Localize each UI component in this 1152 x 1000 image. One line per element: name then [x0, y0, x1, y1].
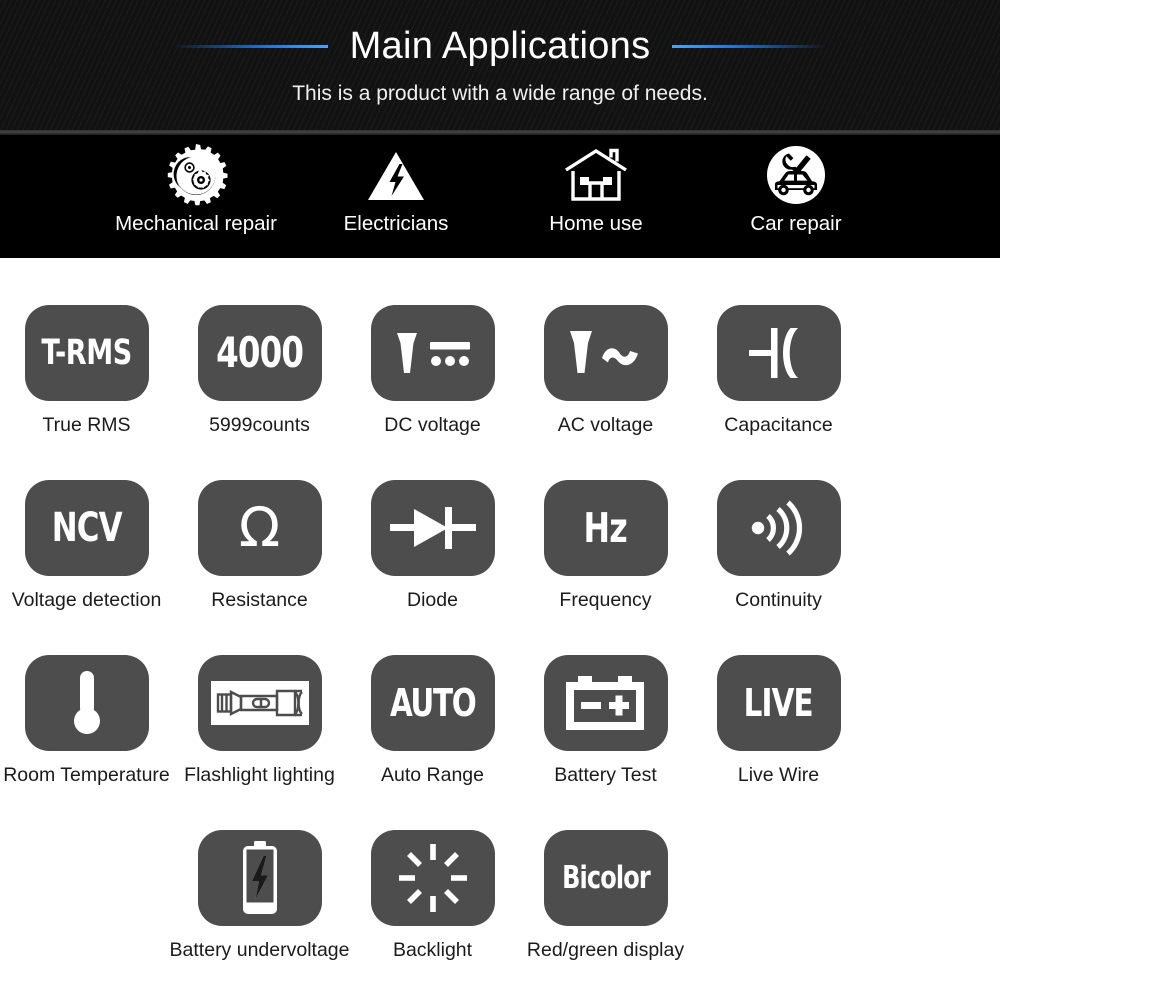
feature-label: DC voltage: [384, 414, 481, 436]
header-banner: Main Applications This is a product with…: [0, 0, 1000, 258]
feature-label: Capacitance: [724, 414, 833, 436]
ncv-text-icon: NCV: [24, 480, 149, 576]
flashlight-icon: [197, 655, 322, 751]
dc-voltage-icon: [370, 305, 495, 401]
application-label: Home use: [549, 212, 643, 235]
feature-item-dc-voltage[interactable]: DC voltage: [346, 262, 519, 437]
feature-label: Voltage detection: [11, 589, 162, 611]
feature-item-resistance[interactable]: Ω Resistance: [173, 437, 346, 612]
tile-glyph: Ω: [238, 496, 281, 559]
feature-item-backlight[interactable]: Backlight: [346, 787, 519, 962]
feature-item-diode[interactable]: Diode: [346, 437, 519, 612]
tile-glyph: 4000: [215, 328, 304, 377]
feature-label: AC voltage: [557, 414, 654, 436]
lightning-triangle-icon: [361, 140, 431, 210]
ohm-icon: Ω: [197, 480, 322, 576]
application-label: Car repair: [750, 212, 842, 235]
thermometer-icon: [24, 655, 149, 751]
feature-item-counts[interactable]: 4000 5999counts: [173, 262, 346, 437]
tile-glyph: NCV: [51, 505, 123, 551]
feature-label: Flashlight lighting: [184, 764, 335, 786]
feature-item-frequency[interactable]: Hz Frequency: [519, 437, 692, 612]
title-row: Main Applications: [0, 20, 1000, 72]
title-rule-right-icon: [672, 44, 828, 48]
tile-glyph: Hz: [583, 503, 628, 552]
feature-item-live-wire[interactable]: LIVE Live Wire: [692, 612, 865, 787]
application-item-electricians[interactable]: Electricians: [296, 140, 496, 236]
feature-item-battery-test[interactable]: Battery Test: [519, 612, 692, 787]
page-title: Main Applications: [349, 25, 651, 67]
feature-label: Battery undervoltage: [169, 939, 350, 961]
tile-glyph: AUTO: [389, 681, 477, 725]
feature-label: True RMS: [42, 414, 131, 436]
application-label: Mechanical repair: [115, 212, 277, 235]
feature-row: Room Temperature Flashlight lighting AUT…: [0, 612, 1000, 787]
application-label: Electricians: [343, 212, 449, 235]
tile-glyph: T-RMS: [41, 332, 132, 373]
feature-grid: T-RMS True RMS 4000 5999counts DC voltag…: [0, 262, 1000, 962]
title-rule-left-icon: [172, 44, 328, 48]
feature-item-ac-voltage[interactable]: AC voltage: [519, 262, 692, 437]
auto-text-icon: AUTO: [370, 655, 495, 751]
feature-row: NCV Voltage detection Ω Resistance Diode: [0, 437, 1000, 612]
tile-glyph: LIVE: [743, 681, 814, 725]
car-battery-icon: [543, 655, 668, 751]
feature-label: Frequency: [559, 589, 652, 611]
counts-text-icon: 4000: [197, 305, 322, 401]
gears-icon: [161, 140, 231, 210]
feature-label: 5999counts: [209, 414, 310, 436]
feature-item-room-temperature[interactable]: Room Temperature: [0, 612, 173, 787]
feature-item-voltage-detection[interactable]: NCV Voltage detection: [0, 437, 173, 612]
diode-icon: [370, 480, 495, 576]
feature-item-red-green-display[interactable]: Bicolor Red/green display: [519, 787, 692, 962]
application-item-home-use[interactable]: Home use: [496, 140, 696, 236]
feature-item-capacitance[interactable]: Capacitance: [692, 262, 865, 437]
live-text-icon: LIVE: [716, 655, 841, 751]
continuity-wave-icon: [716, 480, 841, 576]
applications-strip: Mechanical repair Electricians Home use …: [0, 140, 1000, 258]
feature-item-true-rms[interactable]: T-RMS True RMS: [0, 262, 173, 437]
feature-item-auto-range[interactable]: AUTO Auto Range: [346, 612, 519, 787]
feature-label: Diode: [407, 589, 458, 611]
feature-item-battery-undervoltage[interactable]: Battery undervoltage: [170, 787, 349, 962]
tile-glyph: Bicolor: [561, 859, 651, 896]
t-rms-text-icon: T-RMS: [24, 305, 149, 401]
feature-label: Battery Test: [554, 764, 657, 786]
feature-label: Continuity: [735, 589, 822, 611]
feature-item-continuity[interactable]: Continuity: [692, 437, 865, 612]
feature-label: Resistance: [211, 589, 308, 611]
backlight-rays-icon: [370, 830, 495, 926]
application-item-mechanical-repair[interactable]: Mechanical repair: [96, 140, 296, 236]
feature-label: Room Temperature: [3, 764, 170, 786]
ac-voltage-icon: [543, 305, 668, 401]
feature-label: Red/green display: [526, 939, 685, 961]
header-divider: [0, 130, 1000, 135]
feature-row: Battery undervoltage Backlight Bicolor R…: [170, 787, 1000, 962]
feature-label: Live Wire: [737, 764, 820, 786]
page-subtitle: This is a product with a wide range of n…: [292, 82, 708, 105]
application-item-car-repair[interactable]: Car repair: [696, 140, 896, 236]
capacitor-icon: [716, 305, 841, 401]
bicolor-text-icon: Bicolor: [543, 830, 668, 926]
feature-label: Auto Range: [381, 764, 484, 786]
car-repair-icon: [761, 140, 831, 210]
house-icon: [561, 140, 631, 210]
battery-bolt-icon: [197, 830, 322, 926]
feature-label: Backlight: [392, 939, 473, 961]
feature-row: T-RMS True RMS 4000 5999counts DC voltag…: [0, 262, 1000, 437]
hertz-text-icon: Hz: [543, 480, 668, 576]
feature-item-flashlight[interactable]: Flashlight lighting: [173, 612, 346, 787]
